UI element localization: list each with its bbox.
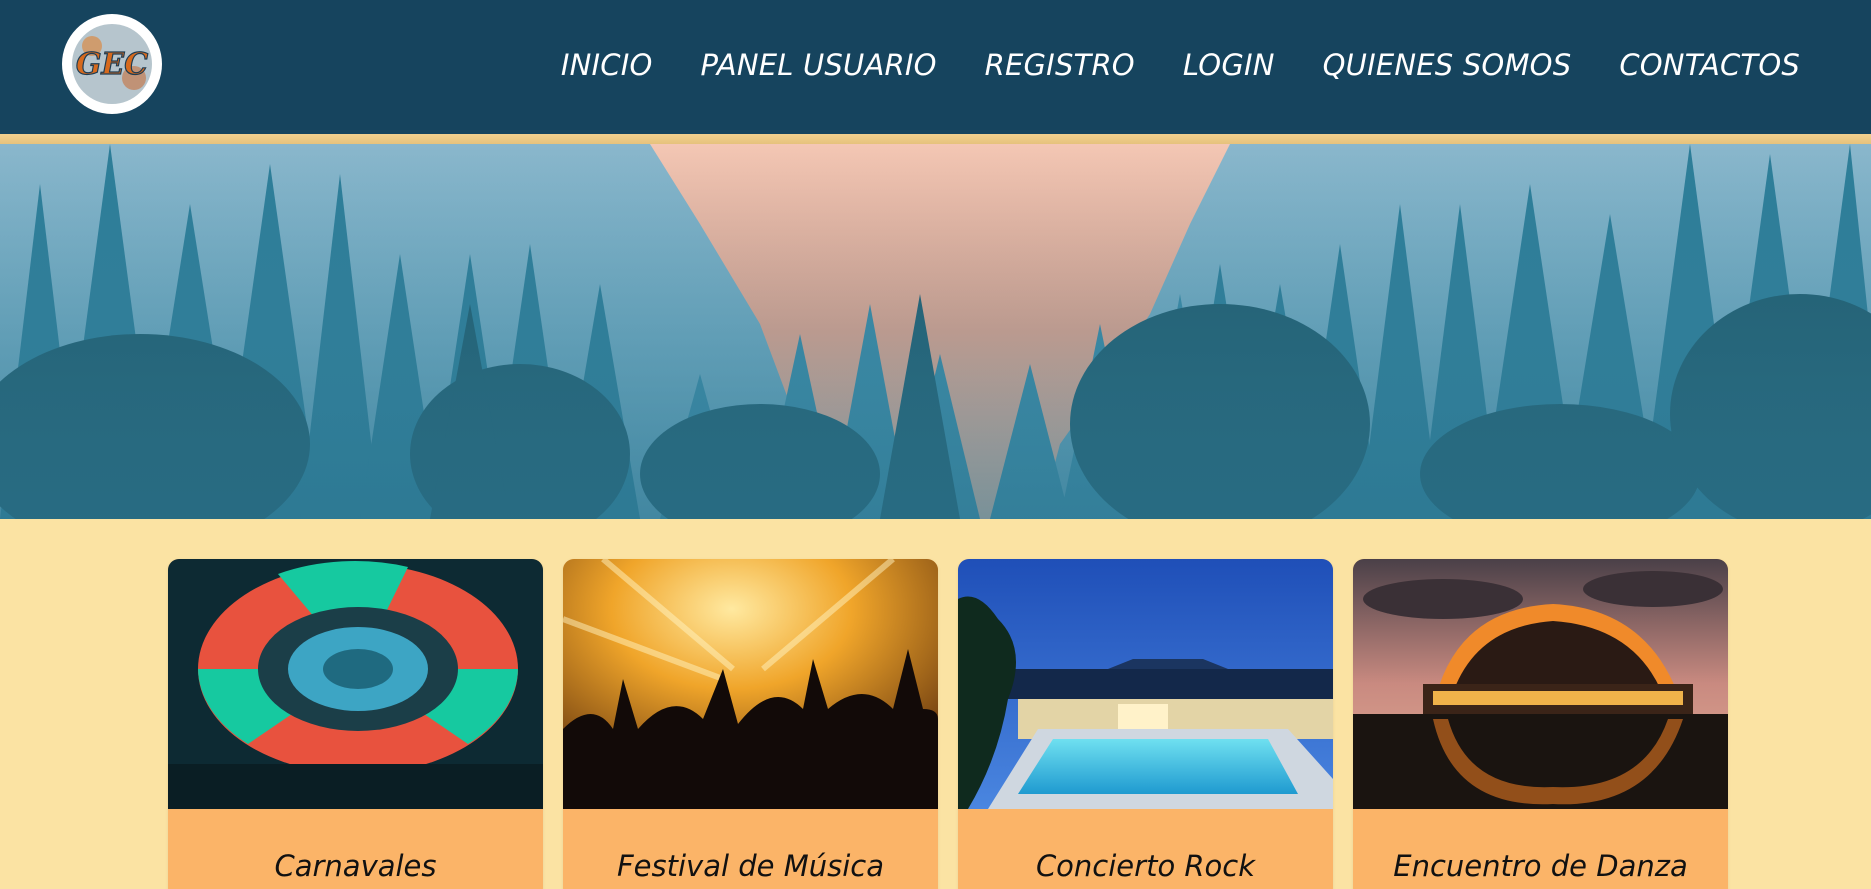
- nav-panel-usuario[interactable]: PANEL USUARIO: [701, 48, 937, 82]
- nav-registro[interactable]: REGISTRO: [985, 48, 1135, 82]
- card-encuentro-de-danza[interactable]: Encuentro de Danza: [1353, 559, 1728, 889]
- logo-image: GEC: [72, 24, 152, 104]
- card-title: Festival de Música: [616, 849, 885, 883]
- card-festival-de-musica[interactable]: Festival de Música: [563, 559, 938, 889]
- carnival-stage-image: [168, 559, 543, 809]
- nav-inicio[interactable]: INICIO: [561, 48, 653, 82]
- card-concierto-rock[interactable]: Concierto Rock: [958, 559, 1333, 889]
- nav-quienes-somos[interactable]: QUIENES SOMOS: [1323, 48, 1572, 82]
- logo-lettering: GEC: [76, 47, 148, 82]
- card-image: [168, 559, 543, 809]
- music-festival-image: [563, 559, 938, 809]
- site-header: GEC INICIO PANEL USUARIO REGISTRO LOGIN …: [0, 0, 1871, 134]
- nav-login[interactable]: LOGIN: [1183, 48, 1275, 82]
- concert-venue-image: [958, 559, 1333, 809]
- card-image: [1353, 559, 1728, 809]
- main-nav: INICIO PANEL USUARIO REGISTRO LOGIN QUIE…: [561, 40, 1800, 90]
- dance-hall-image: [1353, 559, 1728, 809]
- card-title: Concierto Rock: [1035, 849, 1256, 883]
- header-divider: [0, 134, 1871, 144]
- card-carnavales[interactable]: Carnavales: [168, 559, 543, 889]
- event-cards: Carnavales Festival de Música Concierto …: [168, 559, 1728, 889]
- card-image: [958, 559, 1333, 809]
- hero-forest-image: [0, 144, 1871, 519]
- logo[interactable]: GEC: [62, 14, 162, 114]
- nav-contactos[interactable]: CONTACTOS: [1619, 48, 1800, 82]
- card-title: Encuentro de Danza: [1393, 849, 1688, 883]
- card-image: [563, 559, 938, 809]
- hero-banner: [0, 144, 1871, 519]
- card-title: Carnavales: [274, 849, 437, 883]
